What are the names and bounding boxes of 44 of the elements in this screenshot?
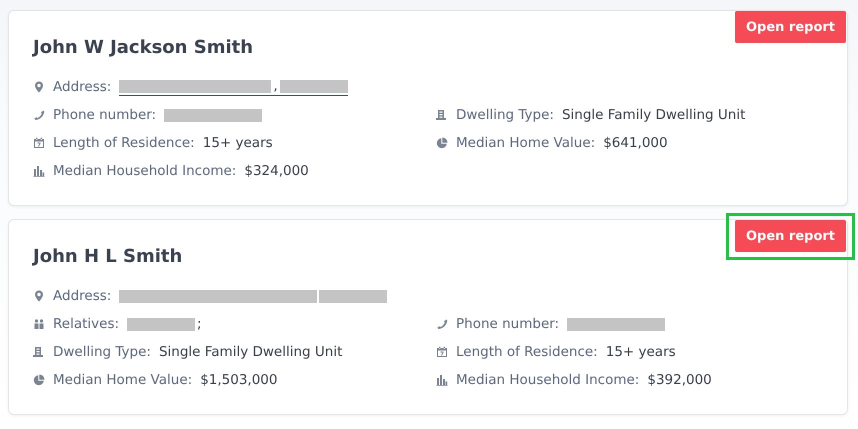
field-value: Single Family Dwelling Unit [562, 107, 746, 123]
field-label: Dwelling Type: [456, 107, 554, 123]
pin-icon [33, 290, 45, 302]
field-value: , [273, 78, 278, 94]
field-label: Address: [53, 79, 112, 95]
phone-icon [436, 318, 448, 330]
field-label: Median Household Income: [53, 163, 236, 179]
bar-chart-icon [33, 165, 45, 177]
open-report-button[interactable]: Open report [735, 220, 846, 252]
person-name: John H L Smith [33, 245, 184, 269]
address-link[interactable]: , [119, 78, 348, 96]
phone-icon [33, 109, 45, 121]
field-value: 15+ years [202, 135, 273, 151]
field-value: $1,503,000 [200, 372, 278, 388]
field-value: $392,000 [647, 372, 712, 388]
pie-chart-icon [436, 137, 448, 149]
person-name: John W Jackson Smith [33, 36, 254, 60]
redacted-block [280, 80, 348, 92]
pin-icon [33, 81, 45, 93]
field-value: 15+ years [606, 344, 676, 360]
building-icon [436, 109, 448, 121]
field-value: ; [197, 316, 202, 332]
open-report-button[interactable]: Open report [735, 11, 846, 43]
field-label: Phone number: [456, 316, 560, 332]
field-label: Median Home Value: [53, 372, 192, 388]
calendar-icon [33, 137, 45, 149]
building-icon [33, 346, 45, 358]
field-label: Dwelling Type: [53, 344, 151, 360]
field-label: Median Home Value: [456, 135, 596, 151]
pie-chart-icon [33, 374, 45, 386]
calendar-icon [436, 346, 448, 358]
field-value: $324,000 [244, 163, 309, 179]
field-label: Phone number: [53, 107, 156, 123]
field-label: Length of Residence: [53, 135, 195, 151]
field-value: $641,000 [603, 135, 668, 151]
field-label: Address: [53, 288, 112, 304]
people-icon [33, 318, 45, 330]
redacted-block [319, 290, 388, 302]
field-value: Single Family Dwelling Unit [158, 344, 342, 360]
bar-chart-icon [436, 374, 448, 386]
field-label: Relatives: [53, 316, 120, 332]
redacted-block [127, 318, 196, 330]
field-label: Median Household Income: [456, 372, 640, 388]
field-label: Length of Residence: [456, 344, 598, 360]
